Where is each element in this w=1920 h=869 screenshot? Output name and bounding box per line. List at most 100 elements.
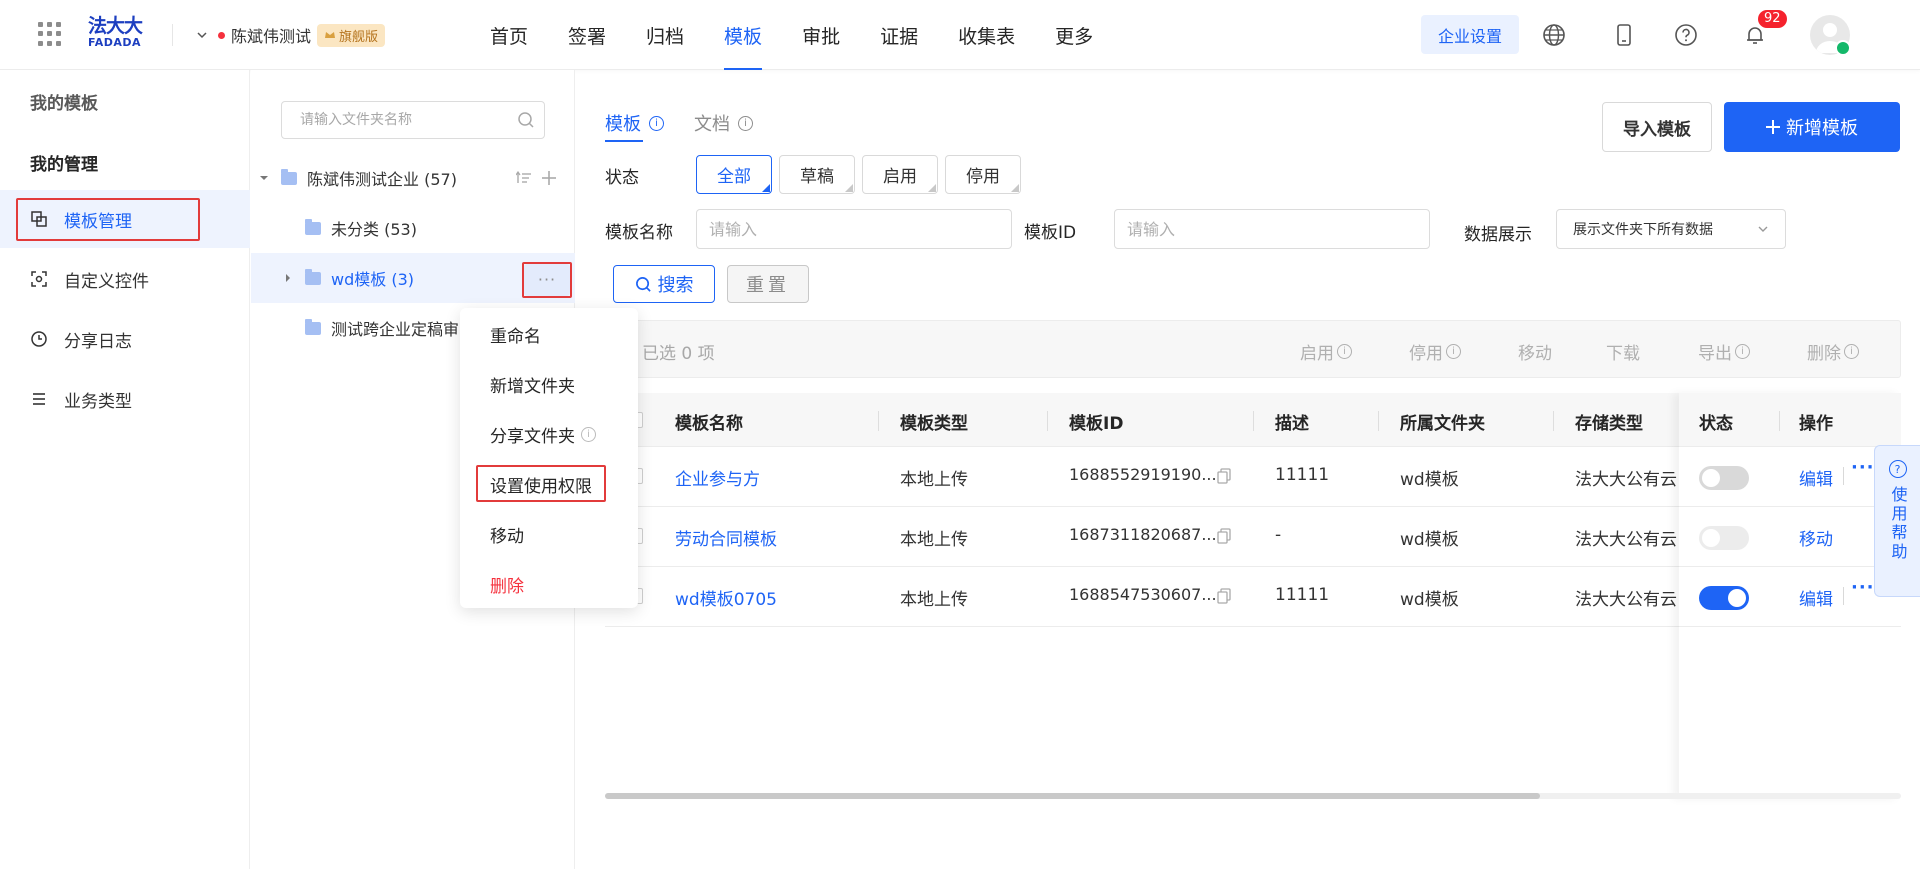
help-tab[interactable]: ? 使用帮助 xyxy=(1874,445,1920,597)
apps-grid-icon[interactable] xyxy=(38,22,62,46)
col-actions: 操作 xyxy=(1799,414,1833,434)
tab-document[interactable]: 文档 i xyxy=(694,108,753,138)
menu-item-delete[interactable]: 删除 xyxy=(490,572,524,597)
batch-disable[interactable]: 停用 i xyxy=(1409,339,1461,364)
scrollbar-thumb[interactable] xyxy=(605,793,1540,799)
batch-move[interactable]: 移动 xyxy=(1518,339,1552,364)
add-folder-icon[interactable] xyxy=(542,171,556,185)
nav-sign[interactable]: 签署 xyxy=(568,0,606,70)
data-display-select[interactable]: 展示文件夹下所有数据 xyxy=(1556,209,1786,249)
batch-action-label: 停用 xyxy=(1409,344,1443,364)
status-option-disabled[interactable]: 停用 xyxy=(945,155,1021,194)
search-button[interactable]: 搜索 xyxy=(613,265,715,303)
tab-template[interactable]: 模板 i xyxy=(605,108,664,142)
col-divider xyxy=(1779,411,1780,431)
list-icon xyxy=(33,393,45,405)
row-action-primary[interactable]: 移动 xyxy=(1799,525,1833,550)
template-name-link[interactable]: 劳动合同模板 xyxy=(675,525,777,550)
batch-enable[interactable]: 启用 i xyxy=(1300,339,1352,364)
info-icon: i xyxy=(738,115,753,131)
status-toggle[interactable] xyxy=(1699,466,1749,490)
fixed-right-columns: 状态 操作 编辑 ··· 移动 编辑 ··· xyxy=(1679,393,1901,799)
status-option-draft[interactable]: 草稿 xyxy=(779,155,855,194)
menu-item-move[interactable]: 移动 xyxy=(490,522,524,547)
copy-icon[interactable] xyxy=(1217,468,1231,484)
copy-icon[interactable] xyxy=(1217,528,1231,544)
sidebar-item-template-manage[interactable]: 模板管理 xyxy=(0,190,250,248)
col-divider xyxy=(1047,411,1048,431)
search-icon[interactable] xyxy=(517,111,535,129)
sidebar-item-business-type[interactable]: 业务类型 xyxy=(0,370,250,428)
storage-type: 法大大公有云 xyxy=(1575,530,1677,550)
notification-badge: 92 xyxy=(1758,10,1787,28)
template-name-link[interactable]: 企业参与方 xyxy=(675,465,760,490)
menu-item-new-folder[interactable]: 新增文件夹 xyxy=(490,372,575,397)
table-horizontal-scrollbar[interactable] xyxy=(605,793,1901,799)
nav-template[interactable]: 模板 xyxy=(724,0,763,70)
folder-item-label: 未分类 (53) xyxy=(331,220,417,239)
my-templates-heading[interactable]: 我的模板 xyxy=(30,89,98,114)
nav-approval[interactable]: 审批 xyxy=(802,0,840,70)
caret-right-icon[interactable] xyxy=(283,273,293,283)
tab-label: 模板 xyxy=(605,114,641,135)
batch-export[interactable]: 导出 i xyxy=(1698,339,1750,364)
folder-search-input[interactable] xyxy=(281,101,545,139)
folder-more-button[interactable]: ··· xyxy=(524,264,570,296)
fadada-logo[interactable]: 法大大 FADADA xyxy=(88,16,152,54)
row-action-primary[interactable]: 编辑 xyxy=(1799,585,1833,610)
nav-evidence[interactable]: 证据 xyxy=(880,0,918,70)
folder-item-uncategorized[interactable]: 未分类 (53) xyxy=(251,203,575,253)
reset-button[interactable]: 重置 xyxy=(727,265,809,303)
caret-down-icon[interactable] xyxy=(259,173,269,183)
row-more-icon[interactable]: ··· xyxy=(1851,457,1875,478)
batch-download[interactable]: 下载 xyxy=(1606,339,1640,364)
menu-item-share-folder[interactable]: 分享文件夹 i xyxy=(490,422,596,447)
batch-delete[interactable]: 删除 i xyxy=(1807,339,1859,364)
row-action-primary[interactable]: 编辑 xyxy=(1799,465,1833,490)
sort-icon[interactable] xyxy=(516,171,532,185)
sidebar-item-share-log[interactable]: 分享日志 xyxy=(0,310,250,368)
template-name-label: 模板名称 xyxy=(605,223,673,243)
status-option-all[interactable]: 全部 xyxy=(696,155,772,194)
col-divider xyxy=(1553,411,1554,431)
menu-item-rename[interactable]: 重命名 xyxy=(490,322,541,347)
status-option-enabled[interactable]: 启用 xyxy=(862,155,938,194)
nav-form[interactable]: 收集表 xyxy=(958,0,1015,70)
main-nav: 首页 签署 归档 模板 审批 证据 收集表 更多 xyxy=(490,0,1133,70)
selected-count: 已选 0 项 xyxy=(642,344,715,364)
globe-icon[interactable] xyxy=(1542,23,1566,47)
template-name-link[interactable]: wd模板0705 xyxy=(675,585,777,610)
fixed-row: 移动 xyxy=(1679,507,1901,567)
enterprise-settings-button[interactable]: 企业设置 xyxy=(1421,15,1519,54)
help-icon[interactable] xyxy=(1674,23,1698,47)
mobile-icon[interactable] xyxy=(1612,23,1636,47)
template-id-label: 模板ID xyxy=(1024,223,1077,243)
col-template-id: 模板ID xyxy=(1069,414,1124,434)
add-template-button[interactable]: 新增模板 xyxy=(1724,102,1900,152)
nav-home[interactable]: 首页 xyxy=(490,0,528,70)
edition-badge: 旗舰版 xyxy=(317,23,386,47)
template-name-input[interactable] xyxy=(696,209,1012,249)
template-table: 模板名称 模板类型 模板ID 描述 所属文件夹 存储类型 企业参与方 本地上传 … xyxy=(605,393,1901,799)
content-tabs: 模板 i 文档 i xyxy=(605,108,753,142)
org-switcher[interactable]: 陈斌伟测试 旗舰版 xyxy=(196,22,386,48)
data-display-value: 展示文件夹下所有数据 xyxy=(1573,222,1713,238)
sidebar-item-label: 分享日志 xyxy=(64,331,132,352)
edition-label: 旗舰版 xyxy=(339,29,379,45)
col-divider xyxy=(878,411,879,431)
row-more-icon[interactable]: ··· xyxy=(1851,577,1875,598)
nav-archive[interactable]: 归档 xyxy=(646,0,684,70)
folder-icon xyxy=(305,218,321,235)
import-template-button[interactable]: 导入模板 xyxy=(1602,102,1712,152)
col-divider xyxy=(1378,411,1379,431)
copy-icon[interactable] xyxy=(1217,588,1231,604)
folder-root[interactable]: 陈斌伟测试企业 (57) xyxy=(251,153,575,203)
nav-more[interactable]: 更多 xyxy=(1055,0,1093,70)
folder-item-label: wd模板 (3) xyxy=(331,270,414,289)
status-toggle[interactable] xyxy=(1699,586,1749,610)
status-toggle[interactable] xyxy=(1699,526,1749,550)
sidebar-item-custom-control[interactable]: 自定义控件 xyxy=(0,250,250,308)
menu-item-set-permission[interactable]: 设置使用权限 xyxy=(490,472,592,497)
template-folder: wd模板 xyxy=(1400,470,1459,490)
template-id-input[interactable] xyxy=(1114,209,1430,249)
